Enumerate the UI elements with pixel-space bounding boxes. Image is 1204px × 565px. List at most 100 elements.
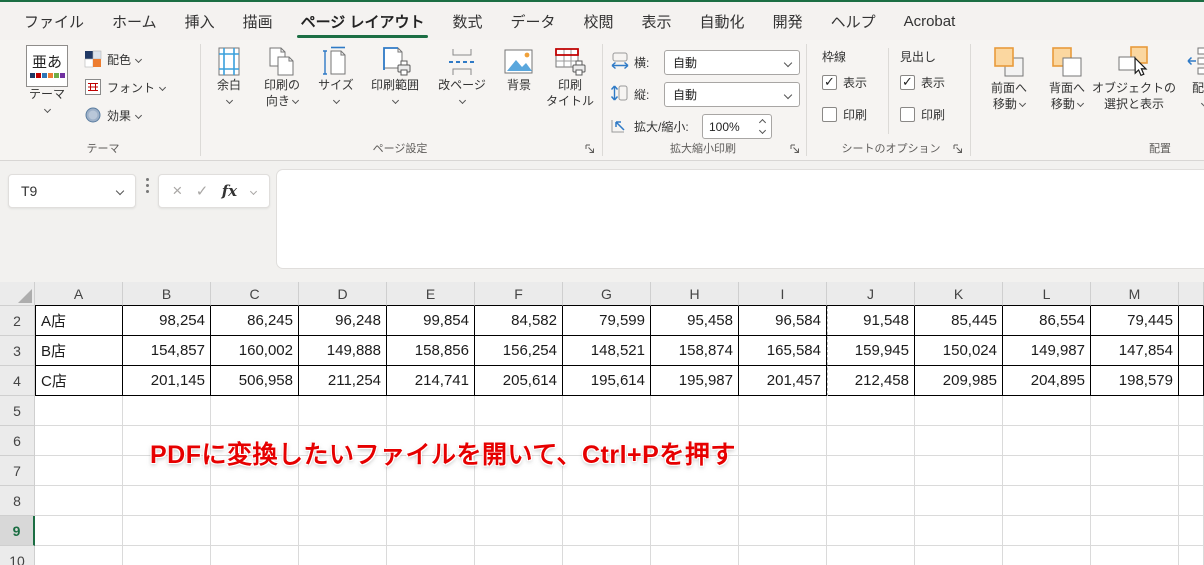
menu-tab-8[interactable]: 表示	[628, 2, 686, 40]
cell-J4[interactable]: 212,458	[827, 366, 915, 396]
cell-I4[interactable]: 201,457	[739, 366, 827, 396]
cell-L7[interactable]	[1003, 456, 1091, 486]
cell-E4[interactable]: 214,741	[387, 366, 475, 396]
checkbox-icon[interactable]	[900, 74, 915, 90]
row-header-2[interactable]: 2	[0, 306, 35, 336]
column-header-K[interactable]: K	[915, 282, 1003, 306]
theme-effects-button[interactable]: 効果	[84, 106, 143, 124]
cell-G8[interactable]	[563, 486, 651, 516]
menu-tab-10[interactable]: 開発	[759, 2, 817, 40]
scale-percent-spinner[interactable]: 100%	[702, 114, 772, 139]
cell-A5[interactable]	[35, 396, 123, 426]
cell-B8[interactable]	[123, 486, 211, 516]
cell-B4[interactable]: 201,145	[123, 366, 211, 396]
cell-H5[interactable]	[651, 396, 739, 426]
cell-C8[interactable]	[211, 486, 299, 516]
cell-B3[interactable]: 154,857	[123, 336, 211, 366]
cell-B2[interactable]: 98,254	[123, 306, 211, 336]
sheet-options-dialog-launcher[interactable]	[952, 143, 964, 155]
cell-J7[interactable]	[827, 456, 915, 486]
row-header-10[interactable]: 10	[0, 546, 35, 565]
cell-C9[interactable]	[211, 516, 299, 546]
cell-L6[interactable]	[1003, 426, 1091, 456]
menu-tab-7[interactable]: 校閲	[570, 2, 628, 40]
row-header-5[interactable]: 5	[0, 396, 35, 426]
cell-I9[interactable]	[739, 516, 827, 546]
cell-J5[interactable]	[827, 396, 915, 426]
cell-A6[interactable]	[35, 426, 123, 456]
cell-A3[interactable]: B店	[35, 336, 123, 366]
cell-J8[interactable]	[827, 486, 915, 516]
cell-partial-2[interactable]	[1179, 306, 1204, 336]
cell-M3[interactable]: 147,854	[1091, 336, 1179, 366]
menu-tab-11[interactable]: ヘルプ	[817, 2, 890, 40]
cell-J3[interactable]: 159,945	[827, 336, 915, 366]
cancel-entry-icon[interactable]: ×	[172, 181, 182, 201]
cell-A10[interactable]	[35, 546, 123, 565]
column-header-F[interactable]: F	[475, 282, 563, 306]
column-header-I[interactable]: I	[739, 282, 827, 306]
cell-F9[interactable]	[475, 516, 563, 546]
menu-tab-0[interactable]: ファイル	[10, 2, 98, 40]
cell-M9[interactable]	[1091, 516, 1179, 546]
cell-C2[interactable]: 86,245	[211, 306, 299, 336]
menu-tab-6[interactable]: データ	[497, 2, 570, 40]
spinner-up-icon[interactable]	[758, 118, 767, 127]
cell-M5[interactable]	[1091, 396, 1179, 426]
column-header-H[interactable]: H	[651, 282, 739, 306]
cell-L8[interactable]	[1003, 486, 1091, 516]
cell-C4[interactable]: 506,958	[211, 366, 299, 396]
cell-M7[interactable]	[1091, 456, 1179, 486]
cell-K2[interactable]: 85,445	[915, 306, 1003, 336]
cell-A4[interactable]: C店	[35, 366, 123, 396]
orientation-button[interactable]: 印刷の 向き	[254, 46, 310, 109]
cell-L5[interactable]	[1003, 396, 1091, 426]
cell-F4[interactable]: 205,614	[475, 366, 563, 396]
send-backward-button[interactable]: 背面へ 移動	[1040, 45, 1094, 112]
cell-M8[interactable]	[1091, 486, 1179, 516]
cell-I7[interactable]	[739, 456, 827, 486]
cell-D8[interactable]	[299, 486, 387, 516]
selection-pane-button[interactable]: オブジェクトの 選択と表示	[1092, 45, 1176, 112]
row-header-6[interactable]: 6	[0, 426, 35, 456]
cell-L10[interactable]	[1003, 546, 1091, 565]
cell-I10[interactable]	[739, 546, 827, 565]
cell-K6[interactable]	[915, 426, 1003, 456]
cell-G3[interactable]: 148,521	[563, 336, 651, 366]
scale-height-dropdown[interactable]: 自動	[664, 82, 800, 107]
cell-M10[interactable]	[1091, 546, 1179, 565]
scale-dialog-launcher[interactable]	[789, 143, 801, 155]
cell-L4[interactable]: 204,895	[1003, 366, 1091, 396]
cell-partial-9[interactable]	[1179, 516, 1204, 546]
cell-D3[interactable]: 149,888	[299, 336, 387, 366]
cell-A8[interactable]	[35, 486, 123, 516]
cell-partial-5[interactable]	[1179, 396, 1204, 426]
headings-view-checkbox[interactable]: 表示	[900, 74, 945, 91]
column-header-E[interactable]: E	[387, 282, 475, 306]
checkbox-icon[interactable]	[822, 107, 837, 122]
cell-A2[interactable]: A店	[35, 306, 123, 336]
menu-tab-5[interactable]: 数式	[438, 2, 496, 40]
cell-K5[interactable]	[915, 396, 1003, 426]
margins-button[interactable]: 余白	[206, 46, 252, 104]
cell-H8[interactable]	[651, 486, 739, 516]
cell-I6[interactable]	[739, 426, 827, 456]
formula-input[interactable]	[276, 169, 1204, 269]
cell-A7[interactable]	[35, 456, 123, 486]
background-button[interactable]: 背景	[496, 46, 542, 94]
row-header-4[interactable]: 4	[0, 366, 35, 396]
cell-D10[interactable]	[299, 546, 387, 565]
column-header-A[interactable]: A	[35, 282, 123, 306]
confirm-entry-icon[interactable]: ✓	[196, 182, 209, 200]
cell-K10[interactable]	[915, 546, 1003, 565]
print-titles-button[interactable]: 印刷 タイトル	[542, 46, 598, 109]
cell-B9[interactable]	[123, 516, 211, 546]
cell-F2[interactable]: 84,582	[475, 306, 563, 336]
checkbox-icon[interactable]	[900, 107, 915, 122]
scale-width-dropdown[interactable]: 自動	[664, 50, 800, 75]
page-breaks-button[interactable]: 改ページ	[430, 46, 494, 104]
cell-G5[interactable]	[563, 396, 651, 426]
themes-button[interactable]: 亜あ テーマ	[26, 45, 68, 113]
theme-fonts-button[interactable]: フォント	[84, 78, 167, 96]
cell-H2[interactable]: 95,458	[651, 306, 739, 336]
